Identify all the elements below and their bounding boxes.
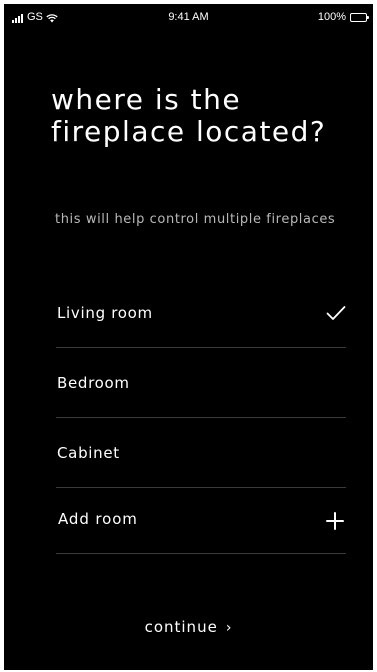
battery-icon [350,13,369,22]
room-options-list: Living room Bedroom Cabinet Add room [56,278,346,554]
chevron-right-icon: › [225,620,233,636]
continue-button[interactable]: continue › [4,618,373,636]
page-title: where is the fireplace located? [51,83,327,148]
add-room-label: Add room [58,509,138,528]
plus-icon [326,511,344,530]
app-screen: GS 9:41 AM 100% where is the fireplace l… [4,4,373,670]
room-option-cabinet[interactable]: Cabinet [56,418,346,488]
status-right: 100% [317,11,369,23]
room-option-bedroom[interactable]: Bedroom [56,348,346,418]
room-option-label: Cabinet [57,443,120,462]
status-bar: GS 9:41 AM 100% [4,4,373,30]
continue-label: continue [144,618,218,636]
room-option-label: Living room [57,303,153,322]
room-option-living-room[interactable]: Living room [56,278,346,348]
add-room-button[interactable]: Add room [56,488,346,554]
checkmark-icon [326,305,346,320]
page-subtitle: this will help control multiple fireplac… [55,212,336,227]
battery-percent: 100% [317,11,346,23]
room-option-label: Bedroom [57,373,130,392]
